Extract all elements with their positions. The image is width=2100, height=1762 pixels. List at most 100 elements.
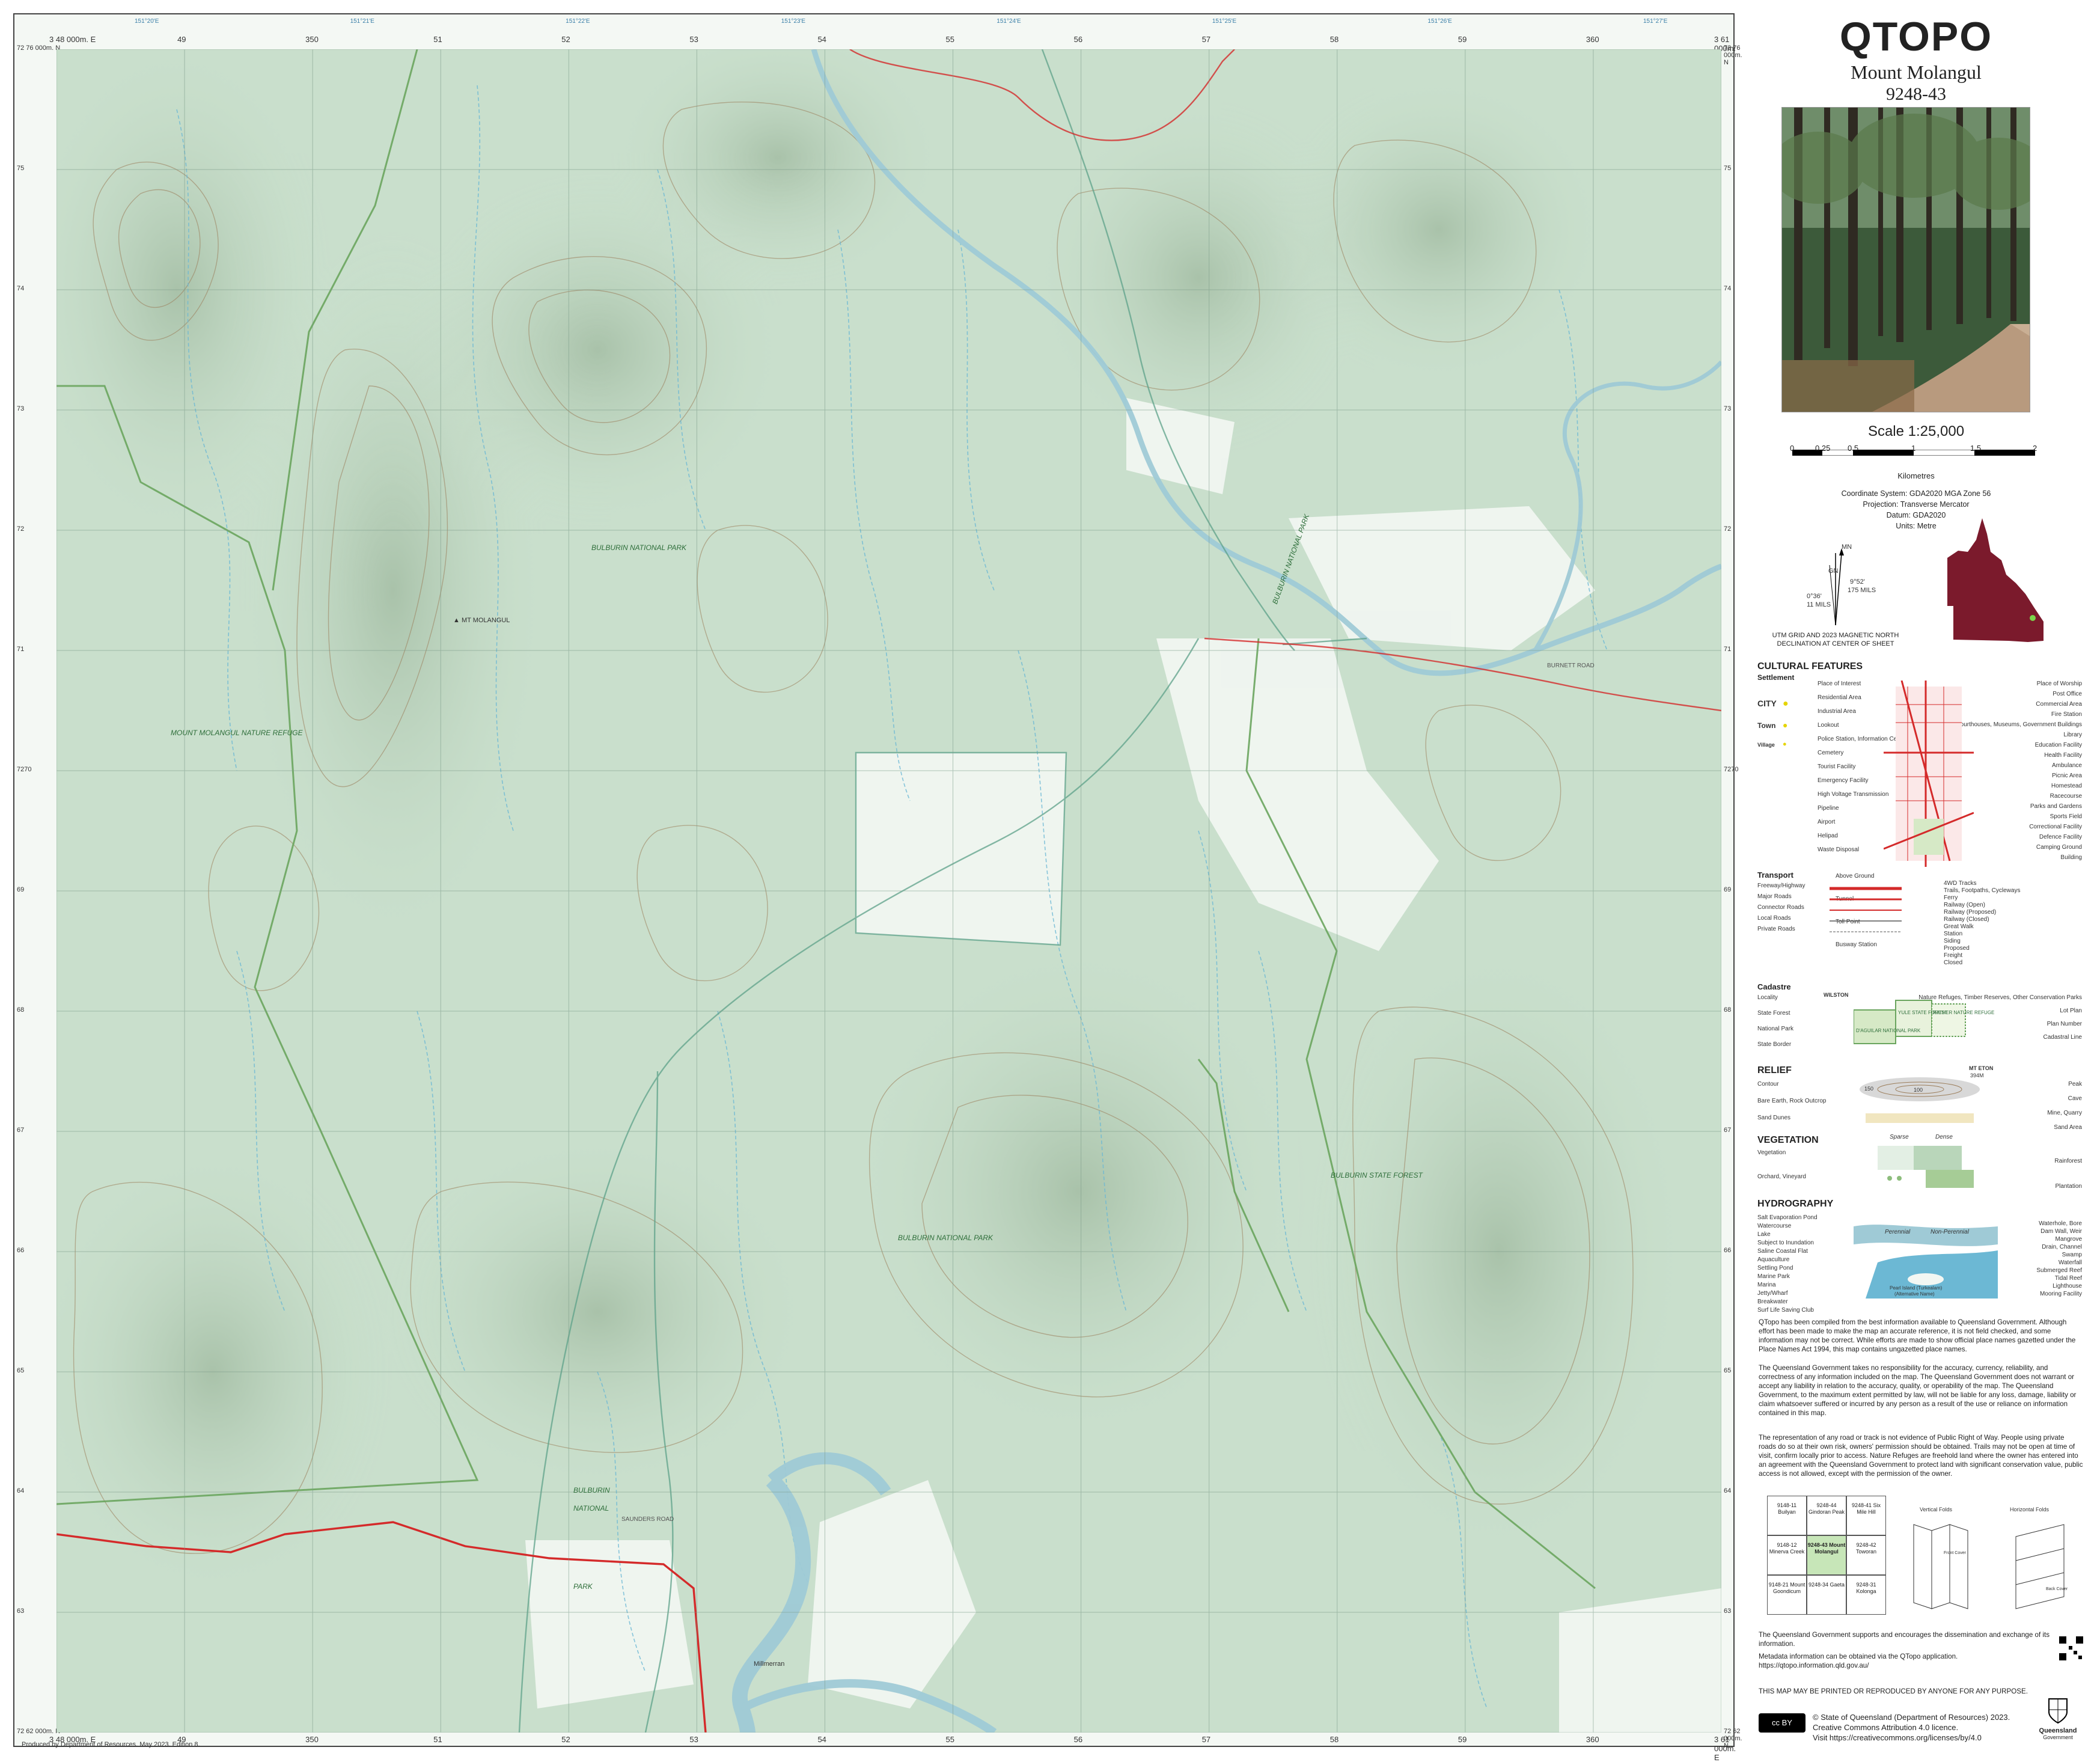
city-dot-icon: ● xyxy=(1783,699,1789,709)
grid-label-northing: 74 xyxy=(1724,285,1732,292)
legend-item: Commercial Area xyxy=(2036,701,2082,708)
folds-horizontal: Horizontal Folds xyxy=(2010,1507,2050,1513)
legend-town-sample xyxy=(1884,681,1974,867)
grid-label-easting: 3 48 000m. E xyxy=(49,35,96,44)
grid-label-easting: 49 xyxy=(177,35,186,44)
legend-item: Fire Station xyxy=(2051,711,2082,718)
legend-relief-sample xyxy=(1860,1077,1980,1123)
vegetation-sample-dense: Dense xyxy=(1935,1134,1953,1140)
legend-item: National Park xyxy=(1757,1026,1794,1032)
legend-cadastre-sample xyxy=(1854,1000,1966,1044)
map-canvas[interactable]: BULBURIN NATIONAL PARK BULBURIN NATIONAL… xyxy=(56,49,1721,1733)
grid-label-easting: 54 xyxy=(817,35,826,44)
legend-item: Vegetation xyxy=(1757,1149,1786,1156)
legend-item: Salt Evaporation Pond xyxy=(1757,1214,1818,1221)
legend-item: Swamp xyxy=(2062,1252,2082,1258)
cadastre-sample-refuge: RATHER NATURE REFUGE xyxy=(1933,1010,1995,1015)
legend-item: Freight xyxy=(1944,952,1963,959)
map-frame: 3 48 000m. E 49 350 51 52 53 54 55 56 57 58 59 360 3 … xyxy=(13,13,1742,1762)
legend-item: Cave xyxy=(2068,1095,2082,1102)
grid-label-northing: 69 xyxy=(17,886,25,893)
folds-vertical: Vertical Folds xyxy=(1920,1507,1953,1513)
grid-label-easting: 350 xyxy=(305,35,319,44)
legend-item: Cadastral Line xyxy=(2043,1034,2082,1041)
legend-settlement: Settlement xyxy=(1757,673,1795,682)
scale-label: Scale 1:25,000 xyxy=(1867,423,1965,439)
queensland-locator-map xyxy=(1947,518,2044,642)
grid-label-northing: 71 xyxy=(1724,646,1732,653)
legend-item: Tidal Reef xyxy=(2054,1275,2082,1282)
adj-sheet: 9148-21 Mount Goondicum xyxy=(1767,1575,1807,1615)
disclaimer-1: QTopo has been compiled from the best in… xyxy=(1759,1318,2076,1353)
park-label: BULBURIN xyxy=(573,1486,610,1494)
legend-item: Sand Area xyxy=(2054,1124,2082,1131)
legend-item: Racecourse xyxy=(2050,793,2082,800)
grid-label-easting: 56 xyxy=(1073,1735,1083,1744)
legend-item: Helipad xyxy=(1818,833,1838,839)
legend-item: Jetty/Wharf xyxy=(1757,1290,1788,1297)
crest-icon xyxy=(2048,1698,2068,1724)
legend-item: Locality xyxy=(1757,994,1778,1001)
park-label: PARK xyxy=(573,1582,593,1591)
geo-label: 151°25'E xyxy=(1212,18,1237,25)
forest-road-photo xyxy=(1782,108,2030,412)
projection-line: Projection: Transverse Mercator xyxy=(1863,500,1970,509)
grid-label-northing: 67 xyxy=(1724,1127,1732,1134)
geo-label: 151°23'E xyxy=(781,18,806,25)
grid-label-northing: 65 xyxy=(1724,1367,1732,1374)
grid-label-northing: 7270 xyxy=(17,766,32,773)
legend-item: Settling Pond xyxy=(1757,1265,1793,1271)
legend-vegetation-sample xyxy=(1878,1146,1974,1188)
legend-item: Closed xyxy=(1944,959,1963,966)
refuge-label: MOUNT MOLANGUL NATURE REFUGE xyxy=(171,729,303,737)
legend-item: Place of Worship xyxy=(2036,681,2082,687)
grid-label-northing: 72 62 000m. N xyxy=(17,1728,61,1735)
grid-label-northing: 69 xyxy=(1724,886,1732,893)
legend-item: Library xyxy=(2063,732,2082,738)
legend-item: Courthouses, Museums, Government Buildin… xyxy=(1956,721,2082,728)
legend-item: Industrial Area xyxy=(1818,708,1856,715)
metadata-text: Metadata information can be obtained via… xyxy=(1759,1653,1958,1669)
scale-tick: 2 xyxy=(2033,444,2037,453)
copyright-line: Visit https://creativecommons.org/licens… xyxy=(1813,1733,1982,1742)
park-label: BULBURIN NATIONAL PARK xyxy=(591,543,687,552)
grid-label-northing: 74 xyxy=(17,285,25,292)
grid-label-easting: 52 xyxy=(561,1735,570,1744)
grid-label-northing: 75 xyxy=(17,165,25,172)
relief-sample-height: 394M xyxy=(1970,1072,1984,1078)
legend-item: Pipeline xyxy=(1818,805,1839,812)
legend-item: Orchard, Vineyard xyxy=(1757,1173,1806,1180)
legend-item: Busway Station xyxy=(1836,941,1877,948)
legend-item: Waterhole, Bore xyxy=(2039,1220,2082,1227)
legend-item: Parks and Gardens xyxy=(2030,803,2082,810)
scale-tick: 1.5 xyxy=(1970,444,1982,453)
legend-item: Lot Plan xyxy=(2060,1008,2082,1014)
legend-item: Breakwater xyxy=(1757,1299,1788,1305)
grid-label-easting: 53 xyxy=(689,35,698,44)
adj-sheet: 9248-41 Six Mile Hill xyxy=(1846,1496,1886,1535)
sheet-number: 9248-43 xyxy=(1886,84,1946,104)
legend-item: Education Facility xyxy=(2034,742,2082,748)
qr-code-icon[interactable] xyxy=(2058,1635,2084,1662)
legend-item: Lighthouse xyxy=(2053,1283,2082,1289)
village-dot-icon: ● xyxy=(1783,741,1787,748)
grid-label-easting: 51 xyxy=(433,35,442,44)
declination-caption: UTM GRID AND 2023 MAGNETIC NORTH DECLINA… xyxy=(1772,632,1899,647)
legend-vegetation-title: VEGETATION xyxy=(1757,1135,1819,1145)
legend-item: Sports Field xyxy=(2050,813,2082,820)
adj-sheet-current: 9248-43 Mount Molangul xyxy=(1807,1535,1846,1575)
hydro-sample-perennial: Perennial xyxy=(1885,1229,1911,1235)
peak-icon: ▲ xyxy=(453,617,462,624)
relief-sample-contour-2: 150 xyxy=(1864,1086,1874,1092)
legend-item: State Forest xyxy=(1757,1010,1790,1017)
grid-label-easting: 55 xyxy=(945,35,954,44)
legend-item: Lake xyxy=(1757,1231,1771,1238)
legend-item: Bare Earth, Rock Outcrop xyxy=(1757,1098,1827,1104)
legend-item: Connector Roads xyxy=(1757,904,1804,911)
grid-label-northing: 63 xyxy=(17,1608,25,1615)
grid-label-northing: 71 xyxy=(17,646,25,653)
grid-label-easting: 56 xyxy=(1073,35,1083,44)
reproduce-text: THIS MAP MAY BE PRINTED OR REPRODUCED BY… xyxy=(1759,1687,2028,1695)
fold-diagram xyxy=(1913,1524,2065,1609)
production-note: Produced by Department of Resources. May… xyxy=(22,1741,200,1748)
